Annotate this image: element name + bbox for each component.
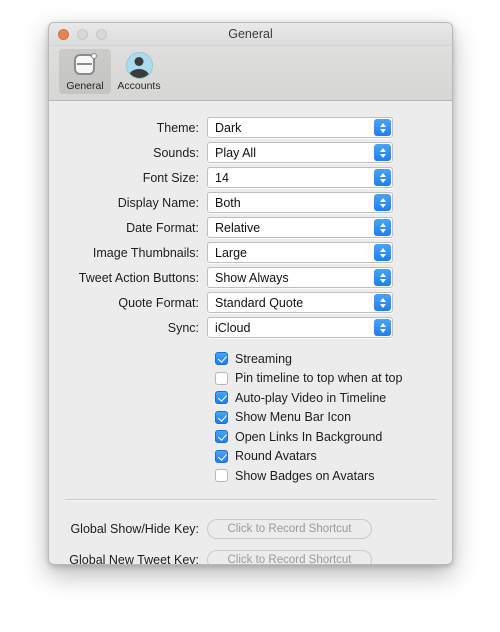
close-button[interactable] (58, 29, 69, 40)
form-row-sync: Sync: iCloud (65, 315, 436, 340)
chevron-updown-icon[interactable] (374, 194, 391, 211)
minimize-button[interactable] (77, 29, 88, 40)
user-avatar-icon (125, 52, 153, 79)
settings-form: Theme: Dark Sounds: Play All Font Size: … (65, 115, 436, 340)
window-title: General (228, 27, 273, 41)
form-row-display-name: Display Name: Both (65, 190, 436, 215)
label-global-new-tweet: Global New Tweet Key: (69, 553, 199, 565)
label-font-size: Font Size: (142, 170, 199, 185)
checkbox-row-pin-timeline[interactable]: Pin timeline to top when at top (215, 369, 436, 389)
chevron-updown-icon[interactable] (374, 244, 391, 261)
label-global-show-hide: Global Show/Hide Key: (70, 522, 199, 536)
record-shortcut-global-new-tweet[interactable]: Click to Record Shortcut (207, 550, 372, 565)
dropdown-font-size[interactable]: 14 (207, 167, 393, 188)
window-titlebar: General (49, 23, 452, 46)
toolbar-tab-accounts[interactable]: Accounts (113, 49, 165, 94)
checkbox-row-show-badges-avatars[interactable]: Show Badges on Avatars (215, 466, 436, 486)
checkbox-row-round-avatars[interactable]: Round Avatars (215, 447, 436, 467)
record-shortcut-global-show-hide-placeholder: Click to Record Shortcut (227, 523, 352, 535)
checkbox-show-menu-bar-icon-label: Show Menu Bar Icon (235, 410, 352, 425)
checkbox-row-show-menu-bar-icon[interactable]: Show Menu Bar Icon (215, 408, 436, 428)
shortcut-row-global-show-hide: Global Show/Hide Key: Click to Record Sh… (65, 514, 436, 545)
preferences-general-icon (72, 52, 99, 79)
dropdown-display-name-value: Both (215, 195, 241, 210)
checkbox-round-avatars-label: Round Avatars (235, 449, 317, 464)
dropdown-tweet-action-buttons[interactable]: Show Always (207, 267, 393, 288)
zoom-button[interactable] (96, 29, 107, 40)
checkbox-group: Streaming Pin timeline to top when at to… (65, 349, 436, 486)
dropdown-tweet-action-buttons-value: Show Always (215, 270, 289, 285)
dropdown-date-format-value: Relative (215, 220, 261, 235)
checkbox-row-autoplay-video[interactable]: Auto-play Video in Timeline (215, 388, 436, 408)
preferences-content: Theme: Dark Sounds: Play All Font Size: … (49, 101, 452, 565)
chevron-updown-icon[interactable] (374, 144, 391, 161)
chevron-updown-icon[interactable] (374, 169, 391, 186)
toolbar-tab-general[interactable]: General (59, 49, 111, 94)
label-theme: Theme: (156, 120, 199, 135)
checkbox-round-avatars[interactable] (215, 449, 228, 463)
checkbox-open-links-background[interactable] (215, 430, 228, 444)
toolbar-tab-accounts-label: Accounts (117, 80, 161, 92)
form-row-theme: Theme: Dark (65, 115, 436, 140)
dropdown-theme[interactable]: Dark (207, 117, 393, 138)
form-row-sounds: Sounds: Play All (65, 140, 436, 165)
shortcut-row-global-new-tweet: Global New Tweet Key: Click to Record Sh… (65, 545, 436, 565)
label-sync: Sync: (167, 320, 199, 335)
chevron-updown-icon[interactable] (374, 319, 391, 336)
checkbox-open-links-background-label: Open Links In Background (235, 429, 383, 444)
checkbox-streaming[interactable] (215, 352, 228, 366)
chevron-updown-icon[interactable] (374, 269, 391, 286)
dropdown-display-name[interactable]: Both (207, 192, 393, 213)
toolbar-tab-general-label: General (66, 80, 104, 92)
checkbox-pin-timeline-label: Pin timeline to top when at top (235, 371, 403, 386)
dropdown-image-thumbnails-value: Large (215, 245, 247, 260)
checkbox-row-streaming[interactable]: Streaming (215, 349, 436, 369)
chevron-updown-icon[interactable] (374, 294, 391, 311)
form-row-date-format: Date Format: Relative (65, 215, 436, 240)
label-sounds: Sounds: (153, 145, 199, 160)
dropdown-theme-value: Dark (215, 120, 242, 135)
dropdown-sounds-value: Play All (215, 145, 256, 160)
label-image-thumbnails: Image Thumbnails: (92, 245, 199, 260)
preferences-window: General General Accounts Theme: Dark Sou… (48, 22, 453, 565)
dropdown-quote-format[interactable]: Standard Quote (207, 292, 393, 313)
label-display-name: Display Name: (117, 195, 199, 210)
dropdown-sounds[interactable]: Play All (207, 142, 393, 163)
checkbox-pin-timeline[interactable] (215, 371, 228, 385)
checkbox-show-badges-avatars[interactable] (215, 469, 228, 483)
traffic-light-group (58, 29, 107, 40)
checkbox-row-open-links-background[interactable]: Open Links In Background (215, 427, 436, 447)
dropdown-image-thumbnails[interactable]: Large (207, 242, 393, 263)
checkbox-autoplay-video-label: Auto-play Video in Timeline (235, 390, 387, 405)
label-quote-format: Quote Format: (118, 295, 199, 310)
label-tweet-action-buttons: Tweet Action Buttons: (78, 270, 199, 285)
dropdown-font-size-value: 14 (215, 170, 229, 185)
form-row-tweet-action-buttons: Tweet Action Buttons: Show Always (65, 265, 436, 290)
form-row-quote-format: Quote Format: Standard Quote (65, 290, 436, 315)
dropdown-quote-format-value: Standard Quote (215, 295, 304, 310)
shortcut-group: Global Show/Hide Key: Click to Record Sh… (65, 514, 436, 565)
preferences-toolbar: General Accounts (49, 46, 452, 101)
checkbox-streaming-label: Streaming (235, 351, 292, 366)
label-date-format: Date Format: (126, 220, 199, 235)
checkbox-autoplay-video[interactable] (215, 391, 228, 405)
record-shortcut-global-new-tweet-placeholder: Click to Record Shortcut (227, 554, 352, 565)
checkbox-show-menu-bar-icon[interactable] (215, 410, 228, 424)
dropdown-sync[interactable]: iCloud (207, 317, 393, 338)
record-shortcut-global-show-hide[interactable]: Click to Record Shortcut (207, 519, 372, 539)
chevron-updown-icon[interactable] (374, 119, 391, 136)
form-row-image-thumbnails: Image Thumbnails: Large (65, 240, 436, 265)
form-row-font-size: Font Size: 14 (65, 165, 436, 190)
chevron-updown-icon[interactable] (374, 219, 391, 236)
section-divider (65, 498, 436, 500)
checkbox-show-badges-avatars-label: Show Badges on Avatars (235, 468, 375, 483)
dropdown-date-format[interactable]: Relative (207, 217, 393, 238)
dropdown-sync-value: iCloud (215, 320, 251, 335)
